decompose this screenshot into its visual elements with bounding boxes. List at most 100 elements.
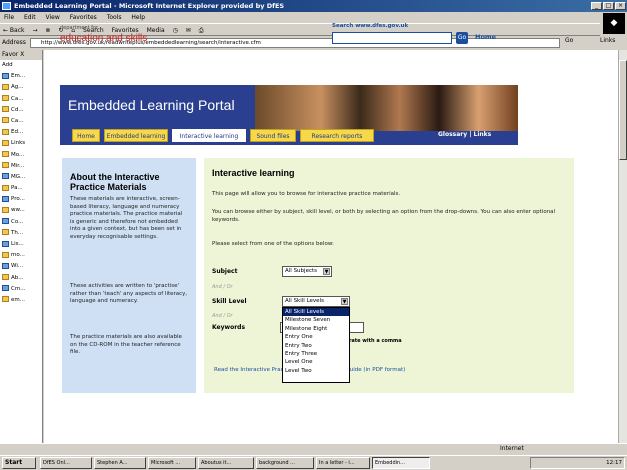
skill-level-option[interactable]: Entry Two <box>283 342 349 350</box>
options-prompt: Please select from one of the options be… <box>212 241 334 247</box>
favorites-item[interactable]: mo... <box>0 250 42 261</box>
skill-level-label: Skill Level <box>212 298 247 305</box>
favorites-item[interactable]: Links <box>0 138 42 149</box>
skill-level-option[interactable]: Entry One <box>283 333 349 341</box>
intro-text: This page will allow you to browse for i… <box>212 191 401 197</box>
chevron-down-icon[interactable]: ▼ <box>323 268 330 275</box>
favorites-item-label: Lis... <box>11 241 24 247</box>
links-button[interactable]: Links <box>600 37 615 44</box>
favorites-item-label: Pro... <box>11 196 25 203</box>
glossary-links[interactable]: Glossary | Links <box>438 131 491 138</box>
favorites-item[interactable]: MG... <box>0 172 42 183</box>
menu-tools[interactable]: Tools <box>107 14 122 21</box>
home-link[interactable]: Home <box>475 33 496 41</box>
menu-favorites[interactable]: Favorites <box>70 14 97 21</box>
tab-interactive-learning[interactable]: Interactive learning <box>172 129 246 142</box>
dept-prefix: department for <box>60 25 99 31</box>
skill-level-option[interactable]: Milestone Eight <box>283 325 349 333</box>
taskbar-task[interactable]: Stephen A... <box>94 457 146 469</box>
favorites-item-label: Ed... <box>11 129 24 136</box>
favorites-item-label: mo... <box>11 252 25 259</box>
favorites-item-label: Ca... <box>11 117 24 124</box>
tab-home[interactable]: Home <box>72 129 100 142</box>
favorites-item[interactable]: ww... <box>0 205 42 216</box>
menu-help[interactable]: Help <box>131 14 145 21</box>
taskbar-task[interactable]: In a letter - i... <box>316 457 370 469</box>
skill-level-option[interactable]: All Skill Levels <box>283 308 349 317</box>
favorites-item-label: Pa... <box>11 185 23 192</box>
window-title: Embedded Learning Portal - Microsoft Int… <box>14 2 285 10</box>
taskbar-task[interactable]: Aboutus it... <box>198 457 254 469</box>
minimize-button[interactable]: _ <box>591 2 602 10</box>
print-icon[interactable]: ⎙ <box>199 27 204 34</box>
favorites-item[interactable]: em... <box>0 295 42 306</box>
history-icon[interactable]: ◷ <box>173 27 178 34</box>
menu-view[interactable]: View <box>46 14 60 21</box>
favorites-item-label: Ab... <box>11 274 24 281</box>
favorites-item[interactable]: Ab... <box>0 273 42 284</box>
favorites-item[interactable]: Lis... <box>0 239 42 250</box>
skill-level-select-value: All Skill Levels <box>285 298 324 304</box>
folder-icon <box>2 151 9 157</box>
favorites-item[interactable]: Pro... <box>0 194 42 205</box>
favorites-item[interactable]: Mir... <box>0 161 42 172</box>
skill-level-select[interactable]: All Skill Levels ▼ <box>282 296 350 307</box>
favorites-item[interactable]: Em... <box>0 71 42 82</box>
start-button[interactable]: Start <box>2 457 36 469</box>
favorites-item-label: Cd... <box>11 106 24 113</box>
back-button[interactable]: ← Back <box>3 27 25 34</box>
go-button[interactable]: Go <box>565 37 573 44</box>
favorites-item[interactable]: Ed... <box>0 127 42 138</box>
stop-icon[interactable]: ⊗ <box>45 27 50 34</box>
dfes-logo[interactable]: education and skills <box>60 33 147 44</box>
taskbar-task[interactable]: Microsoft ... <box>148 457 196 469</box>
favorites-item[interactable]: Cm... <box>0 284 42 295</box>
site-search-input[interactable] <box>332 32 452 44</box>
favorites-item-label: Cm... <box>11 285 26 292</box>
skill-level-option[interactable]: Milestone Seven <box>283 316 349 324</box>
chevron-down-icon[interactable]: ▼ <box>341 298 348 305</box>
page-icon <box>2 240 9 247</box>
window-title-bar: Embedded Learning Portal - Microsoft Int… <box>0 0 627 12</box>
forward-icon[interactable]: → <box>32 27 37 34</box>
favorites-item[interactable]: Mo... <box>0 150 42 161</box>
skill-level-option[interactable]: Level Two <box>283 367 349 375</box>
taskbar-task[interactable]: DfES Onl... <box>40 457 92 469</box>
favorites-item[interactable]: Th... <box>0 228 42 239</box>
security-zone: Internet <box>500 445 524 452</box>
mail-icon[interactable]: ✉ <box>186 27 191 34</box>
tab-embedded-learning[interactable]: Embedded learning <box>104 129 168 142</box>
skill-level-option[interactable]: Entry Three <box>283 350 349 358</box>
folder-icon <box>2 106 9 113</box>
skill-level-option[interactable]: Level One <box>283 358 349 366</box>
maximize-button[interactable]: □ <box>603 2 614 10</box>
favorites-item[interactable]: Cd... <box>0 105 42 116</box>
folder-icon <box>2 95 9 102</box>
tab-sound-files[interactable]: Sound files <box>250 129 296 142</box>
favorites-item[interactable]: Wi... <box>0 261 42 272</box>
favorites-add[interactable]: Add <box>0 60 42 71</box>
folder-icon <box>2 184 9 191</box>
tab-research-reports[interactable]: Research reports <box>300 129 374 142</box>
favorites-item[interactable]: Ag... <box>0 82 42 93</box>
scrollbar-thumb[interactable] <box>619 60 627 160</box>
site-search-go-button[interactable]: Go <box>456 32 468 44</box>
favorites-item-label: Th... <box>11 229 24 236</box>
media-button[interactable]: Media <box>147 27 165 34</box>
favorites-item[interactable]: Ca... <box>0 116 42 127</box>
menu-file[interactable]: File <box>4 14 14 21</box>
subject-select[interactable]: All Subjects ▼ <box>282 266 332 277</box>
menu-edit[interactable]: Edit <box>24 14 36 21</box>
folder-icon <box>2 83 9 90</box>
favorites-item[interactable]: Pa... <box>0 183 42 194</box>
favorites-item[interactable]: Ca... <box>0 94 42 105</box>
page-icon <box>2 218 9 225</box>
favorites-item[interactable]: Co... <box>0 217 42 228</box>
favorites-header[interactable]: Favor X <box>0 50 42 60</box>
sidebar-title: About the Interactive Practice Materials <box>70 172 160 192</box>
taskbar-task[interactable]: Embeddin... <box>372 457 430 469</box>
taskbar-task[interactable]: background ... <box>256 457 314 469</box>
folder-icon <box>2 128 9 135</box>
folder-icon <box>2 274 9 281</box>
close-button[interactable]: × <box>615 2 626 10</box>
